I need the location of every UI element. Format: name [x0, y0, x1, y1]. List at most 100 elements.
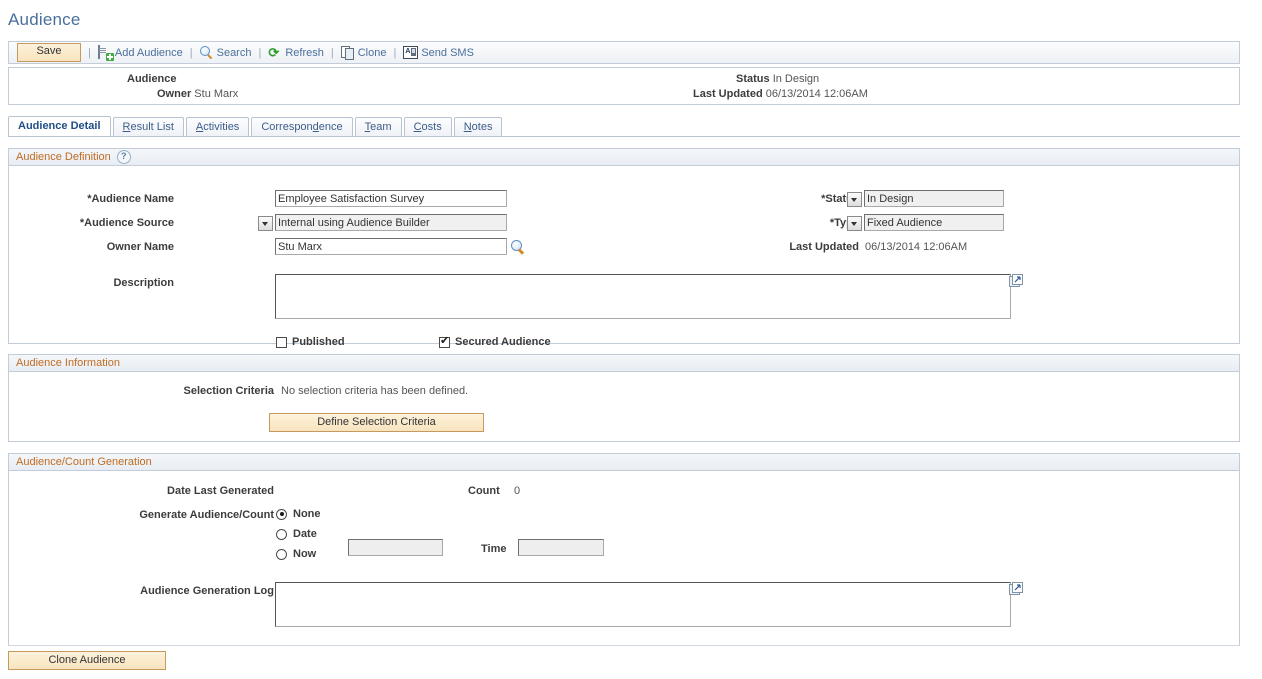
audience-name-label: *Audience Name [87, 193, 174, 205]
description-textarea[interactable] [275, 274, 1011, 319]
owner-name-label: Owner Name [106, 241, 174, 253]
generate-date-input[interactable] [348, 539, 443, 556]
audience-definition-header: Audience Definition ? [8, 148, 1240, 166]
audience-generation-log-label: Audience Generation Log [140, 585, 274, 597]
count-value: 0 [514, 485, 521, 497]
expand-textarea-icon[interactable] [1009, 274, 1024, 288]
expand-textarea-icon[interactable] [1009, 582, 1024, 596]
header-status: Status In Design [736, 73, 819, 85]
footer-divider [8, 645, 1240, 646]
audience-definition-group: Audience Definition ? *Audience Name *Au… [8, 148, 1240, 348]
header-audience-label: Audience [127, 73, 177, 85]
owner-name-input[interactable] [275, 238, 507, 255]
send-sms-button[interactable]: A Send SMS [403, 46, 474, 59]
tab-activities[interactable]: Activities [185, 117, 250, 137]
toolbar-separator-3: | [258, 46, 262, 59]
tab-bar: Audience Detail Result List Activities C… [8, 116, 504, 137]
audience-information-title: Audience Information [16, 357, 120, 369]
secured-audience-checkbox[interactable]: Secured Audience [439, 335, 551, 348]
audience-information-group: Audience Information Selection Criteria … [8, 354, 1240, 442]
audience-definition-body: *Audience Name *Audience Source Internal… [8, 166, 1240, 348]
audience-source-label: *Audience Source [79, 217, 174, 229]
tab-result-list-label: esult List [130, 121, 174, 133]
tab-costs-label: osts [421, 121, 442, 133]
audience-generation-log-textarea[interactable] [275, 582, 1011, 627]
tab-correspondence-label: ence [318, 121, 343, 133]
audience-count-generation-group: Audience/Count Generation Date Last Gene… [8, 453, 1240, 646]
generate-radio-none-dot [276, 508, 287, 520]
add-audience-label: Add Audience [114, 46, 183, 59]
send-sms-label: Send SMS [421, 46, 474, 59]
audience-definition-title: Audience Definition [16, 151, 111, 163]
type-select[interactable]: Fixed Audience [864, 214, 1004, 231]
status-label: *Status [821, 193, 859, 205]
header-last-updated-value: 06/13/2014 12:06AM [765, 88, 868, 100]
audience-information-body: Selection Criteria No selection criteria… [8, 372, 1240, 442]
toolbar-separator-5: | [393, 46, 397, 59]
audience-page: Audience Save | Add Audience | Search | … [0, 0, 1262, 679]
audience-source-select[interactable]: Internal using Audience Builder [275, 214, 507, 231]
tab-audience-detail[interactable]: Audience Detail [8, 116, 111, 137]
tab-activities-label: ctivities [203, 121, 240, 133]
secured-audience-checkbox-box [439, 335, 450, 348]
header-owner: Owner Stu Marx [157, 88, 238, 100]
tab-notes[interactable]: Notes [453, 117, 503, 137]
tab-audience-detail-label: Audience Detail [18, 120, 101, 132]
definition-last-updated-value: 06/13/2014 12:06AM [865, 241, 968, 253]
clone-label: Clone [357, 46, 387, 59]
generate-time-label: Time [481, 543, 507, 555]
selection-criteria-label: Selection Criteria [183, 385, 274, 397]
published-label: Published [292, 336, 345, 348]
header-audience: Audience [127, 73, 177, 85]
generate-radio-none[interactable]: None [276, 508, 321, 520]
toolbar-separator-4: | [330, 46, 334, 59]
tab-notes-label: otes [471, 121, 493, 133]
header-status-label: Status [736, 73, 770, 85]
chevron-down-icon [258, 216, 273, 231]
tab-result-list[interactable]: Result List [112, 117, 184, 137]
clone-button[interactable]: Clone [340, 45, 387, 60]
document-plus-icon [97, 44, 114, 61]
generate-radio-now-label: Now [293, 548, 317, 560]
generate-radio-date-label: Date [293, 528, 317, 540]
audience-information-header: Audience Information [8, 354, 1240, 372]
refresh-label: Refresh [285, 46, 324, 59]
tab-costs[interactable]: Costs [403, 117, 452, 137]
tab-correspondence[interactable]: Correspondence [251, 117, 353, 137]
save-button[interactable]: Save [17, 43, 81, 62]
clone-audience-button[interactable]: Clone Audience [8, 651, 166, 670]
refresh-button[interactable]: ⟳ Refresh [268, 46, 324, 60]
generate-radio-now[interactable]: Now [276, 548, 316, 560]
toolbar: Save | Add Audience | Search | ⟳ Refresh… [8, 41, 1240, 64]
help-icon[interactable]: ? [116, 150, 131, 164]
description-label: Description [113, 277, 174, 289]
tab-team-label: eam [370, 121, 392, 133]
audience-header-panel: Audience Owner Stu Marx Status In Design… [8, 67, 1240, 105]
header-last-updated: Last Updated 06/13/2014 12:06AM [693, 88, 868, 100]
audience-name-input[interactable] [275, 190, 507, 207]
clone-icon [340, 45, 355, 60]
tab-team[interactable]: Team [354, 117, 402, 137]
date-last-generated-label: Date Last Generated [167, 485, 274, 497]
define-selection-criteria-button[interactable]: Define Selection Criteria [269, 413, 484, 432]
generate-radio-date-dot [276, 528, 287, 540]
type-label: *Type [829, 217, 859, 229]
generate-time-input[interactable] [518, 539, 604, 556]
tab-bottom-border [8, 136, 1240, 137]
generate-radio-now-dot [276, 548, 287, 560]
status-select[interactable]: In Design [864, 190, 1004, 207]
toolbar-separator-1: | [88, 46, 91, 59]
audience-count-generation-title: Audience/Count Generation [16, 456, 152, 468]
magnifier-lookup-icon[interactable] [510, 239, 526, 255]
secured-audience-label: Secured Audience [455, 336, 551, 348]
generate-radio-none-label: None [293, 508, 321, 520]
header-owner-label: Owner [157, 88, 192, 100]
search-icon [199, 45, 214, 60]
add-audience-button[interactable]: Add Audience [97, 44, 183, 61]
search-button[interactable]: Search [199, 45, 251, 60]
published-checkbox[interactable]: Published [276, 336, 345, 348]
audience-count-generation-header: Audience/Count Generation [8, 453, 1240, 471]
generate-audience-count-label: Generate Audience/Count [139, 509, 274, 521]
generate-radio-date[interactable]: Date [276, 528, 317, 540]
send-sms-icon: A [403, 46, 419, 59]
